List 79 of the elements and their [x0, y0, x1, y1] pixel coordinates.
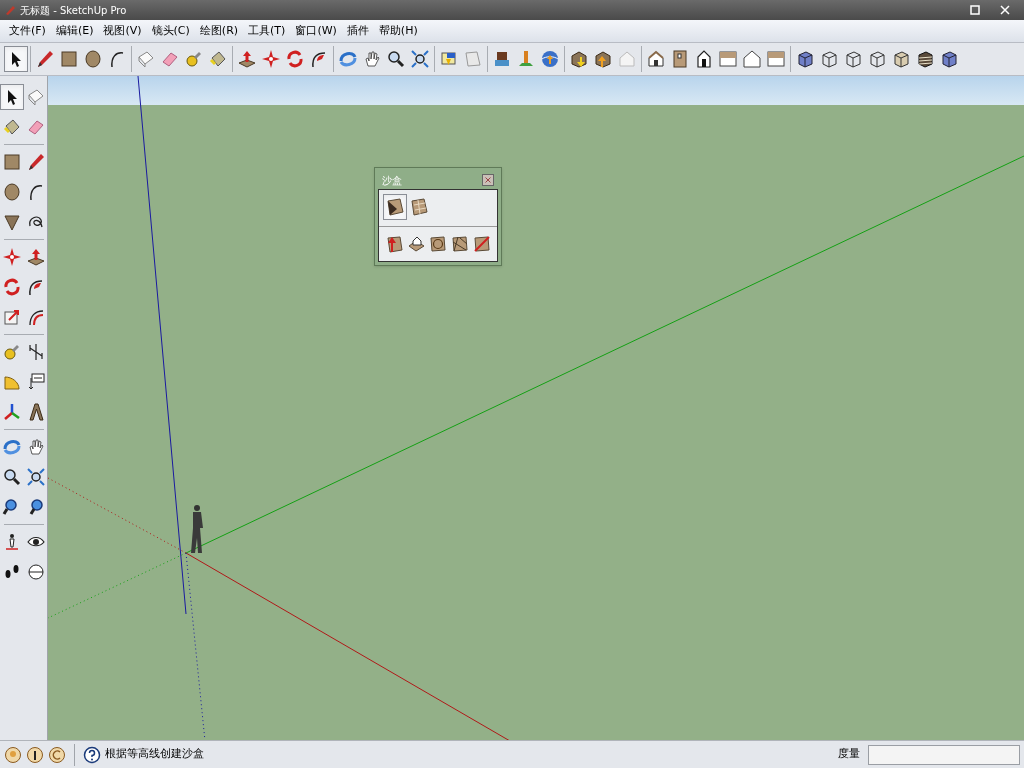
copyright-icon[interactable]	[48, 745, 66, 764]
move-icon	[261, 49, 281, 69]
tape-measure-icon	[184, 49, 204, 69]
section-icon	[25, 562, 46, 582]
menu-item[interactable]: 视图(V)	[98, 22, 147, 40]
close-icon[interactable]	[482, 174, 494, 186]
terrain-tile-icon	[406, 234, 426, 254]
striped-cube-icon	[915, 49, 935, 69]
person-figure	[191, 505, 203, 553]
menu-item[interactable]: 文件(F)	[4, 22, 51, 40]
zoom-extents-icon	[25, 467, 46, 487]
terrain-tile-icon	[450, 234, 470, 254]
terrain-tile-icon	[472, 234, 492, 254]
triangle-icon	[2, 212, 22, 232]
house-top-icon	[766, 49, 786, 69]
tool-button[interactable]	[383, 194, 407, 220]
box-icon	[593, 49, 613, 69]
tool-button[interactable]	[4, 46, 28, 72]
house-top-icon	[718, 49, 738, 69]
orbit-icon	[338, 49, 358, 69]
measurement-field[interactable]	[868, 744, 1020, 765]
door-icon	[670, 49, 690, 69]
menu-item[interactable]: 工具(T)	[243, 22, 291, 40]
help-icon[interactable]	[83, 745, 101, 764]
box-outline-icon	[136, 49, 156, 69]
measurement-label: 度量	[838, 746, 860, 763]
square-icon	[2, 152, 22, 172]
menu-item[interactable]: 帮助(H)	[373, 22, 423, 40]
magnifier-icon	[2, 467, 22, 487]
wireframe-cube-icon	[867, 49, 887, 69]
menu-item[interactable]: 镜头(C)	[146, 22, 195, 40]
orbit-icon	[2, 437, 22, 457]
pencil-icon	[35, 49, 55, 69]
menu-item[interactable]: 插件	[341, 22, 374, 40]
menu-item[interactable]: 绘图(R)	[194, 22, 244, 40]
circle-icon	[83, 49, 103, 69]
house-icon	[694, 49, 714, 69]
wireframe-cube-icon	[843, 49, 863, 69]
globe-icon	[540, 49, 560, 69]
paint-bucket-icon	[2, 117, 22, 137]
paint-bucket-icon	[208, 49, 228, 69]
hand-icon	[362, 49, 382, 69]
status-hint: 根据等高线创建沙盒	[105, 746, 204, 763]
rotate-icon	[2, 277, 22, 297]
pencil-icon	[4, 4, 16, 16]
move-icon	[2, 247, 22, 267]
scale-icon	[2, 307, 22, 327]
terrain-tile-icon	[409, 197, 429, 217]
zoom-extents-icon	[410, 49, 430, 69]
push-pull-icon	[237, 49, 257, 69]
magnifier-icon	[386, 49, 406, 69]
window-title: 无标题 - SketchUp Pro	[20, 3, 127, 18]
rotate-icon	[285, 49, 305, 69]
house-icon	[617, 49, 637, 69]
cube-icon	[795, 49, 815, 69]
push-pull-icon	[25, 247, 46, 267]
tape-measure-icon	[2, 342, 22, 362]
house-icon	[742, 49, 762, 69]
terrain-tile-icon	[384, 234, 404, 254]
axes-icon	[2, 402, 22, 422]
tool-button[interactable]	[0, 84, 24, 110]
cube-icon	[939, 49, 959, 69]
close-icon[interactable]	[998, 3, 1012, 17]
wireframe-cube-icon	[819, 49, 839, 69]
cube-icon	[891, 49, 911, 69]
terrain-tile-icon	[385, 197, 405, 217]
circle-icon	[2, 182, 22, 202]
square-icon	[59, 49, 79, 69]
maximize-icon[interactable]	[968, 3, 982, 17]
folded-sheet-icon	[463, 49, 483, 69]
box-icon	[569, 49, 589, 69]
panel-title: 沙盒	[382, 173, 402, 188]
menu-item[interactable]: 编辑(E)	[50, 22, 99, 40]
terrain-tile-icon	[428, 234, 448, 254]
bulb-icon[interactable]	[4, 745, 22, 764]
menu-item[interactable]: 窗口(W)	[290, 22, 342, 40]
box-stack-icon	[492, 49, 512, 69]
box-outline-icon	[25, 87, 46, 107]
house-icon	[646, 49, 666, 69]
